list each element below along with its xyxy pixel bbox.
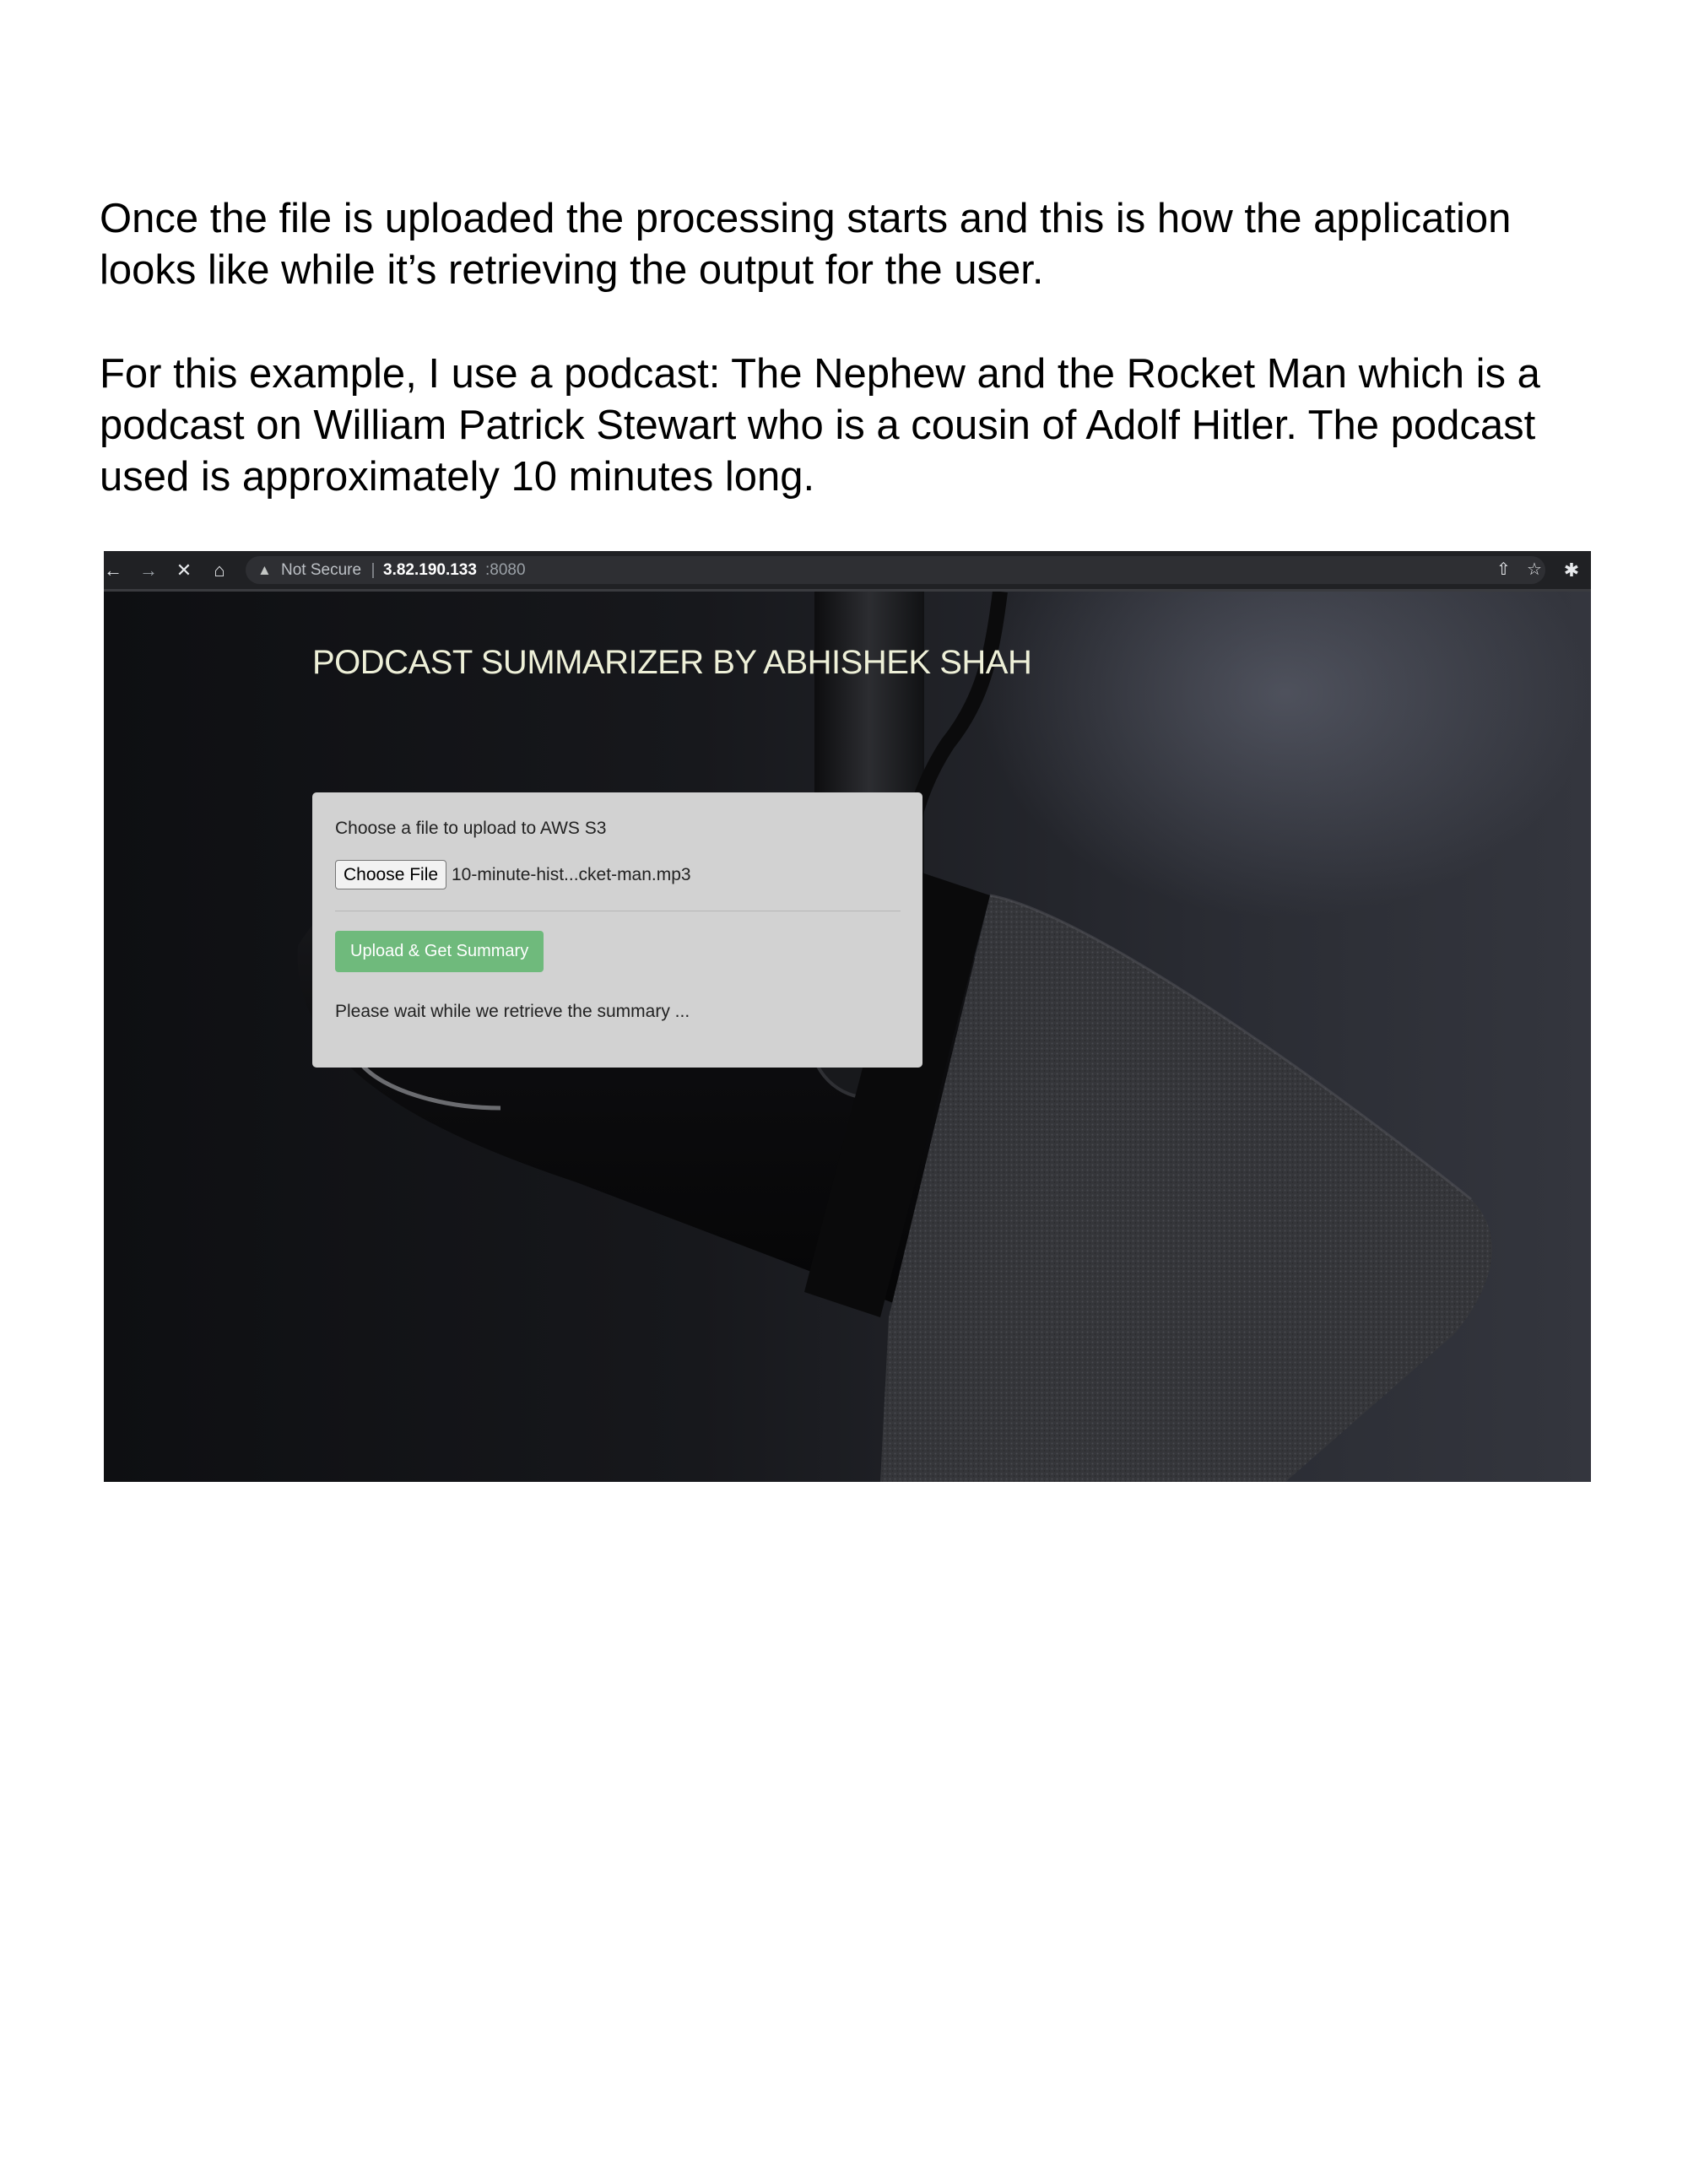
puzzle-icon[interactable]: ✱: [1559, 551, 1584, 589]
app-viewport: PODCAST SUMMARIZER BY ABHISHEK SHAH Choo…: [104, 592, 1591, 1482]
url-host: 3.82.190.133: [383, 561, 477, 579]
intro-paragraph: Once the file is uploaded the processing…: [100, 196, 1512, 293]
url-separator: [372, 563, 374, 578]
app-screenshot: ← → ✕ ⌂ ▲ Not Secure 3.82.190.133 :8080 …: [104, 551, 1591, 1482]
close-icon[interactable]: ✕: [171, 551, 197, 589]
example-paragraph: For this example, I use a podcast: The N…: [100, 351, 1540, 500]
browser-toolbar: ← → ✕ ⌂ ▲ Not Secure 3.82.190.133 :8080 …: [104, 551, 1591, 592]
status-message: Please wait while we retrieve the summar…: [335, 1002, 690, 1021]
warning-icon: ▲: [257, 562, 272, 578]
choose-file-button[interactable]: Choose File: [335, 860, 447, 889]
url-port: :8080: [485, 561, 526, 579]
share-icon[interactable]: ⇧: [1496, 556, 1511, 584]
selected-file-name: 10-minute-hist...cket-man.mp3: [452, 865, 691, 884]
upload-form: Choose a file to upload to AWS S3 Choose…: [312, 792, 922, 1068]
arrow-left-icon[interactable]: ←: [104, 551, 126, 589]
arrow-right-icon[interactable]: →: [136, 551, 161, 589]
security-status[interactable]: Not Secure: [281, 556, 361, 584]
address-bar[interactable]: ▲ Not Secure 3.82.190.133 :8080 ⇧ ☆: [246, 556, 1545, 584]
upload-summary-button[interactable]: Upload & Get Summary: [335, 931, 544, 972]
upload-instructions: Choose a file to upload to AWS S3: [335, 819, 607, 838]
star-icon[interactable]: ☆: [1527, 556, 1542, 584]
app-title: PODCAST SUMMARIZER BY ABHISHEK SHAH: [312, 644, 1032, 681]
home-icon[interactable]: ⌂: [207, 551, 232, 589]
